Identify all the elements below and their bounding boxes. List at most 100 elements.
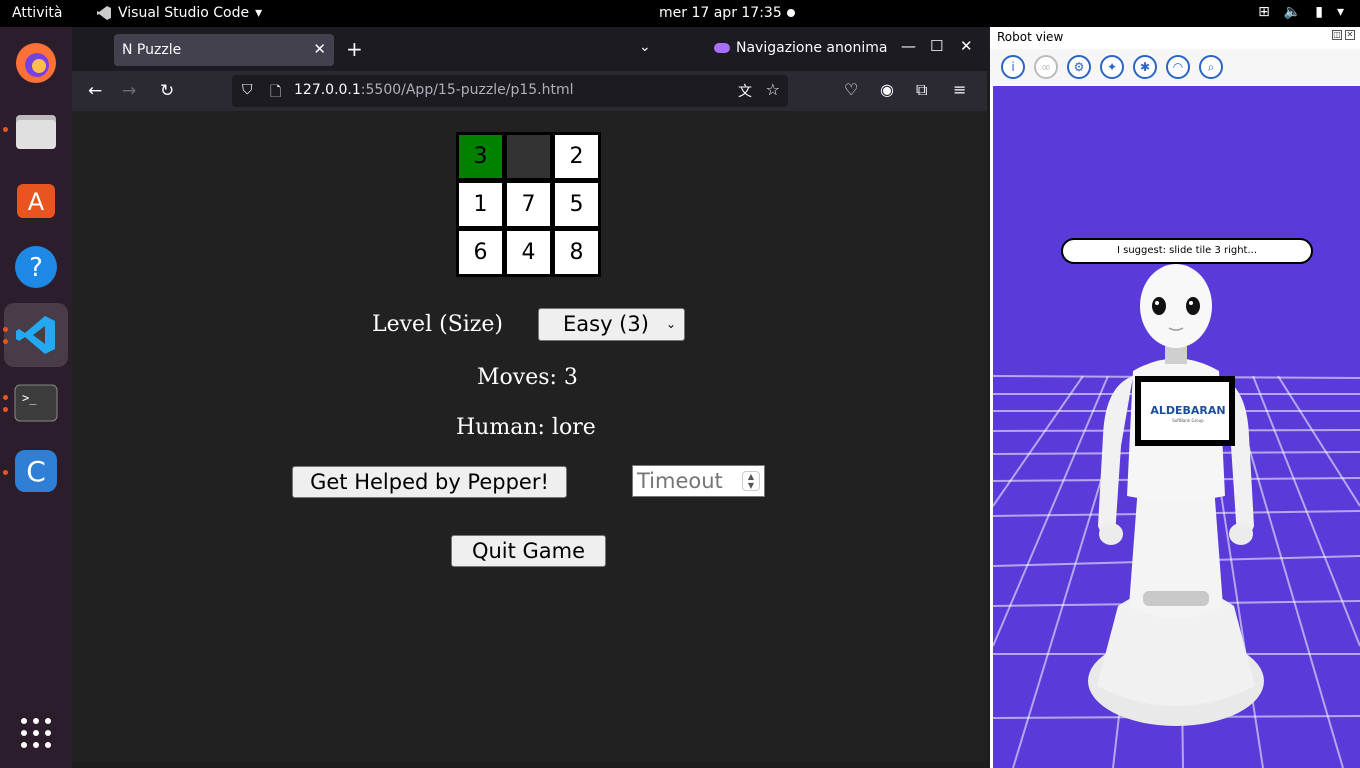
running-indicator: [3, 339, 8, 344]
back-button[interactable]: ←: [88, 81, 102, 101]
tile[interactable]: 4: [507, 231, 550, 274]
level-value: Easy (3): [563, 312, 649, 336]
tile[interactable]: 2: [555, 135, 598, 178]
chevron-down-icon: ⌄: [665, 317, 676, 331]
top-bar: Attività Visual Studio Code ▾ mer 17 apr…: [0, 0, 1360, 27]
new-tab-button[interactable]: +: [346, 37, 363, 61]
reload-button[interactable]: ↻: [160, 81, 174, 101]
get-help-button[interactable]: Get Helped by Pepper!: [292, 466, 567, 498]
tablet-subtitle: SoftBank Group: [1172, 418, 1204, 423]
shield-icon[interactable]: ⛉: [242, 82, 253, 98]
sparkle-icon[interactable]: ✦: [1100, 55, 1124, 79]
timeout-placeholder: Timeout: [637, 469, 723, 493]
zoom-icon[interactable]: ⌕: [1199, 55, 1223, 79]
running-indicator: [3, 470, 8, 475]
account-icon[interactable]: ◉: [880, 80, 894, 99]
svg-text:C: C: [26, 455, 46, 488]
volume-icon: 🔈: [1283, 4, 1302, 20]
pocket-icon[interactable]: ♡: [844, 80, 858, 99]
tablet-logo: ALDEBARAN: [1150, 404, 1226, 417]
tile[interactable]: 1: [459, 183, 502, 226]
vscode-small-icon: [97, 6, 111, 20]
extensions-icon[interactable]: ⧉: [916, 80, 927, 100]
robot-scene: I suggest: slide tile 3 right... ALDEBAR…: [993, 86, 1360, 768]
level-label: Level (Size): [372, 312, 503, 337]
speech-bubble: I suggest: slide tile 3 right...: [1061, 238, 1313, 264]
running-indicator: [3, 407, 8, 412]
menu-icon[interactable]: ≡: [953, 80, 966, 99]
vscode-icon[interactable]: [4, 303, 68, 367]
dock: A ? >_ C: [0, 27, 72, 768]
url-text: 127.0.0.1:5500/App/15-puzzle/p15.html: [294, 82, 574, 98]
human-name: Human: lore: [456, 415, 596, 440]
robot-view-window: Robot view ◫ ✕ i ∞ ⚙ ✦ ✱ ◠ ⌕ I suggest: …: [990, 27, 1360, 768]
robot-view-title: Robot view: [997, 30, 1064, 44]
cursor-app-icon[interactable]: C: [10, 445, 62, 497]
close-icon[interactable]: ✕: [313, 40, 326, 58]
app-menu[interactable]: Visual Studio Code ▾: [96, 5, 262, 21]
show-applications-icon[interactable]: [10, 707, 62, 759]
help-icon[interactable]: ?: [10, 241, 62, 293]
notification-dot: [787, 9, 795, 17]
gear-icon[interactable]: ✱: [1133, 55, 1157, 79]
spinner-icon[interactable]: ▲ ▼: [742, 471, 760, 491]
close-window-button[interactable]: ✕: [960, 37, 973, 55]
tile[interactable]: 3: [459, 135, 502, 178]
browser-window: N Puzzle ✕ + ⌄ Navigazione anonima — ☐ ✕…: [72, 27, 987, 761]
app-name: Visual Studio Code: [118, 5, 250, 21]
moves-counter: Moves: 3: [477, 365, 578, 390]
activities-button[interactable]: Attività: [12, 5, 62, 21]
tile[interactable]: 5: [555, 183, 598, 226]
empty-tile[interactable]: [507, 135, 550, 178]
tile[interactable]: 6: [459, 231, 502, 274]
private-browsing-indicator: Navigazione anonima: [714, 40, 887, 56]
maximize-button[interactable]: ☐: [930, 37, 943, 55]
tile[interactable]: 8: [555, 231, 598, 274]
link-icon[interactable]: ∞: [1034, 55, 1058, 79]
files-icon[interactable]: [10, 105, 62, 157]
floor-grid: [993, 264, 1360, 768]
private-label: Navigazione anonima: [736, 40, 888, 56]
tab-n-puzzle[interactable]: N Puzzle ✕: [114, 34, 334, 66]
float-button[interactable]: ◫: [1332, 30, 1342, 40]
quit-game-button[interactable]: Quit Game: [451, 535, 606, 567]
network-icon: ⊞: [1258, 4, 1270, 20]
mask-icon: [714, 43, 730, 53]
tile[interactable]: 7: [507, 183, 550, 226]
navigation-toolbar: ← → ↻ ⛉ 🗋 127.0.0.1:5500/App/15-puzzle/p…: [72, 71, 987, 111]
running-indicator: [3, 127, 8, 132]
robot-settings-icon[interactable]: ⚙: [1067, 55, 1091, 79]
tab-title: N Puzzle: [122, 42, 182, 58]
svg-text:A: A: [28, 188, 45, 216]
bookmark-star-icon[interactable]: ☆: [766, 80, 780, 99]
robot-toolbar: i ∞ ⚙ ✦ ✱ ◠ ⌕: [990, 49, 1360, 85]
running-indicator: [3, 327, 8, 332]
software-icon[interactable]: A: [10, 173, 62, 225]
puzzle-board: 3 2 1 7 5 6 4 8: [456, 132, 601, 277]
translate-icon[interactable]: 文: [738, 81, 752, 101]
terminal-icon[interactable]: >_: [10, 377, 62, 429]
chevron-down-icon: ▾: [255, 5, 263, 21]
battery-icon: ▮: [1315, 4, 1323, 20]
firefox-icon[interactable]: [10, 37, 62, 89]
url-host: 127.0.0.1: [294, 82, 361, 98]
page-content: 3 2 1 7 5 6 4 8 Level (Size) Easy (3) ⌄ …: [72, 111, 987, 761]
tab-strip: N Puzzle ✕ + ⌄ Navigazione anonima — ☐ ✕: [72, 27, 987, 71]
timeout-input[interactable]: Timeout ▲ ▼: [632, 465, 765, 497]
camera-icon[interactable]: ◠: [1166, 55, 1190, 79]
chevron-down-icon[interactable]: ⌄: [639, 39, 651, 55]
minimize-button[interactable]: —: [901, 37, 916, 55]
clock[interactable]: mer 17 apr 17:35: [659, 5, 782, 21]
svg-text:?: ?: [29, 253, 43, 283]
page-icon[interactable]: 🗋: [270, 81, 281, 105]
svg-text:>_: >_: [22, 391, 37, 405]
forward-button[interactable]: →: [122, 81, 136, 101]
info-icon[interactable]: i: [1001, 55, 1025, 79]
url-path: :5500/App/15-puzzle/p15.html: [360, 82, 574, 98]
pepper-robot: [1088, 264, 1264, 726]
close-icon[interactable]: ✕: [1345, 30, 1355, 40]
running-indicator: [3, 395, 8, 400]
level-select[interactable]: Easy (3) ⌄: [538, 308, 685, 341]
system-tray[interactable]: ⊞ 🔈 ▮ ▾: [1258, 4, 1344, 20]
url-bar[interactable]: ⛉ 🗋 127.0.0.1:5500/App/15-puzzle/p15.htm…: [232, 75, 788, 107]
